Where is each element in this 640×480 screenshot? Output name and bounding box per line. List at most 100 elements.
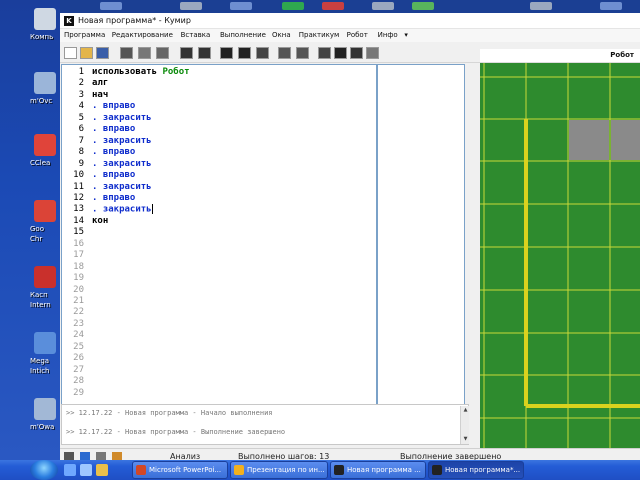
kumir-icon [432, 465, 442, 475]
code-line[interactable]: . вправо [92, 170, 135, 180]
code-text: . закрасить [92, 112, 152, 123]
code-line[interactable]: . закрасить [92, 136, 152, 146]
tray-thumb [530, 2, 552, 10]
menu-item[interactable]: Робот [347, 31, 368, 39]
computer-icon[interactable] [34, 8, 56, 30]
taskbar-button[interactable]: Microsoft PowerPoi... [132, 461, 228, 479]
code-line[interactable]: . закрасить [92, 113, 152, 123]
kumir-app-icon: K [64, 16, 74, 26]
code-line[interactable]: . вправо [92, 124, 135, 134]
run-icon[interactable] [220, 47, 233, 59]
menu-more-chevron-icon[interactable]: ▾ [404, 31, 408, 39]
chart-icon[interactable] [34, 332, 56, 354]
code-text: . закрасить [92, 181, 152, 192]
code-line[interactable]: алг [92, 78, 108, 88]
tool-icon[interactable] [34, 398, 56, 420]
undo-icon[interactable] [180, 47, 193, 59]
line-number: 26 [73, 353, 84, 364]
line-number: 9 [78, 158, 84, 169]
console-scrollbar[interactable]: ▲ ▼ [460, 406, 469, 444]
line-number: 25 [73, 341, 84, 352]
code-line[interactable]: . закрасить [92, 159, 152, 169]
line-number: 11 [73, 181, 84, 192]
menu-item[interactable]: Выполнение [220, 31, 266, 39]
line-number: 22 [73, 307, 84, 318]
line-number: 23 [73, 318, 84, 329]
title-bar: K Новая программа* - Кумир [60, 13, 640, 29]
desktop-shortcut[interactable]: Mega Intich [0, 332, 60, 402]
paste-icon[interactable] [156, 47, 169, 59]
module-name: Робот [157, 67, 190, 77]
line-number: 4 [78, 101, 84, 112]
desktop-shortcut[interactable]: CClea [0, 134, 60, 204]
stop-icon[interactable] [256, 47, 269, 59]
robot-field[interactable] [480, 63, 640, 464]
quicklaunch-media-icon[interactable] [96, 464, 108, 476]
cut-icon[interactable] [120, 47, 133, 59]
kumir-window: K Новая программа* - Кумир Программа Реда… [60, 13, 640, 464]
code-line[interactable]: . вправо [92, 193, 135, 203]
scroll-down-icon[interactable]: ▼ [462, 436, 469, 443]
taskbar: Microsoft PowerPoi... Презентация по ин..… [0, 460, 640, 480]
menu-item[interactable]: Вставка [181, 31, 211, 39]
taskbar-button-label: Microsoft PowerPoi... [149, 466, 222, 474]
desktop-shortcut[interactable]: m'Ovc [0, 72, 60, 142]
code-text: использовать [92, 67, 158, 77]
code-editor[interactable]: 1 2 3 4 5 6 7 8 9 10 11 12 13 14 15 16 17 18 19 20 21 22 23 24 2… [61, 64, 465, 406]
code-line[interactable]: . закрасить [92, 182, 152, 192]
line-number: 24 [73, 330, 84, 341]
code-line[interactable]: кон [92, 216, 108, 226]
line-number: 18 [73, 261, 84, 272]
quicklaunch-ie-icon[interactable] [64, 464, 76, 476]
open-folder-icon[interactable] [80, 47, 93, 59]
editor-margin-divider[interactable] [376, 65, 378, 405]
menu-item[interactable]: Редактирование [112, 31, 173, 39]
tray-thumb [372, 2, 394, 10]
line-number: 14 [73, 215, 84, 226]
save-icon[interactable] [96, 47, 109, 59]
taskbar-button[interactable]: Презентация по ин... [230, 461, 328, 479]
step-run-icon[interactable] [238, 47, 251, 59]
menu-item[interactable]: Окна [272, 31, 291, 39]
desktop-shortcut[interactable]: Компь [0, 8, 60, 78]
copy-icon[interactable] [138, 47, 151, 59]
more-icon[interactable] [366, 47, 379, 59]
code-area[interactable]: использовать Робот алг нач. вправо. закрас… [88, 65, 378, 405]
line-number: 16 [73, 238, 84, 249]
menu-item[interactable]: Инфо [378, 31, 398, 39]
code-line[interactable]: . вправо [92, 101, 135, 111]
tray-thumb [100, 2, 122, 10]
scroll-up-icon[interactable]: ▲ [462, 407, 469, 414]
movie-icon[interactable] [34, 72, 56, 94]
quicklaunch-desktop-icon[interactable] [80, 464, 92, 476]
code-line[interactable]: нач [92, 90, 108, 100]
code-text: . вправо [92, 147, 136, 158]
grid-icon[interactable] [350, 47, 363, 59]
line-number: 15 [73, 227, 84, 238]
taskbar-button[interactable]: Новая программа ... [330, 461, 426, 479]
ccleaner-icon[interactable] [34, 134, 56, 156]
robot-window-icon[interactable] [318, 47, 331, 59]
code-line[interactable]: использовать Робот [92, 67, 190, 77]
code-line[interactable]: . вправо [92, 147, 135, 157]
chrome-icon[interactable] [34, 200, 56, 222]
code-text: алг [92, 78, 109, 89]
menu-item[interactable]: Практикум [299, 31, 340, 39]
start-button[interactable] [30, 460, 58, 480]
code-line[interactable]: . закрасить [92, 204, 153, 215]
new-file-icon[interactable] [64, 47, 77, 59]
table-icon[interactable] [334, 47, 347, 59]
line-number: 28 [73, 376, 84, 387]
taskbar-button[interactable]: Новая программа*... [428, 461, 524, 479]
step-over-icon[interactable] [296, 47, 309, 59]
desktop-shortcut[interactable]: Goo Chr [0, 200, 60, 270]
code-text: нач [92, 89, 109, 100]
kaspersky-icon[interactable] [34, 266, 56, 288]
desktop-shortcut[interactable]: Касп Intern [0, 266, 60, 336]
redo-icon[interactable] [198, 47, 211, 59]
menu-item[interactable]: Программа [64, 31, 105, 39]
line-number: 2 [78, 78, 84, 89]
step-into-icon[interactable] [278, 47, 291, 59]
window-title: Новая программа* - Кумир [78, 16, 191, 25]
desktop-shortcut[interactable]: m'Owa [0, 398, 60, 468]
